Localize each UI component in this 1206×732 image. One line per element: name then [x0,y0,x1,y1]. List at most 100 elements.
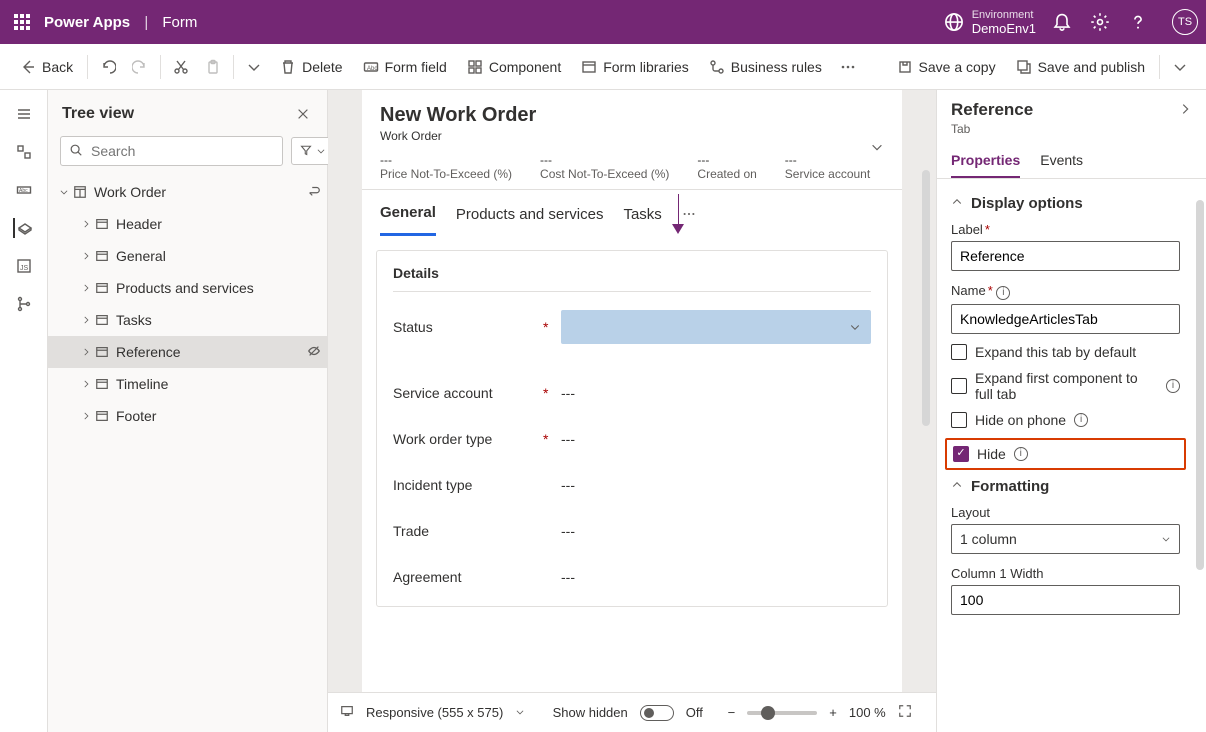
field-row-service-account[interactable]: Service account*--- [393,370,871,416]
hidden-icon[interactable] [307,344,321,361]
close-tree-icon[interactable] [293,104,313,124]
header-chevron-icon[interactable] [870,140,884,157]
field-row-work-order-type[interactable]: Work order type*--- [393,416,871,462]
breadcrumb-sep: | [144,14,148,31]
expand-icon[interactable] [78,283,94,293]
label-input[interactable] [951,241,1180,271]
collapse-icon[interactable] [951,195,963,212]
rail-flow-icon[interactable] [14,294,34,314]
notifications-icon[interactable] [1052,12,1072,32]
undo-icon [100,59,116,75]
user-avatar[interactable]: TS [1172,9,1198,35]
hide-checkbox[interactable]: Hide i [953,446,1178,462]
expand-icon[interactable] [78,379,94,389]
switch-icon[interactable] [307,184,321,201]
props-chevron-icon[interactable] [1178,102,1192,119]
props-tab-events[interactable]: Events [1040,144,1083,178]
tree-node-products-and-services[interactable]: Products and services [48,272,327,304]
expand-icon[interactable] [78,347,94,357]
form-libraries-button[interactable]: Form libraries [573,55,697,79]
component-button[interactable]: Component [459,55,569,79]
form-tab-tasks[interactable]: Tasks [623,196,661,235]
form-tab-general[interactable]: General [380,194,436,236]
redo-button[interactable] [126,55,154,79]
tree-node-general[interactable]: General [48,240,327,272]
help-icon[interactable] [1128,12,1148,32]
chevron-down-button[interactable] [240,55,268,79]
field-row-agreement[interactable]: Agreement--- [393,554,871,600]
field-row-status[interactable]: Status* [393,304,871,350]
info-icon[interactable]: i [996,286,1010,300]
delete-button[interactable]: Delete [272,55,350,79]
chevron-down-icon[interactable] [515,705,525,720]
props-tab-properties[interactable]: Properties [951,144,1020,178]
back-button[interactable]: Back [12,55,81,79]
show-hidden-toggle[interactable] [640,705,674,721]
chevron-down-icon [1172,59,1188,75]
name-input[interactable] [951,304,1180,334]
save-publish-button[interactable]: Save and publish [1008,55,1153,79]
zoom-in-button[interactable]: + [829,705,837,720]
more-icon [840,59,856,75]
info-icon[interactable]: i [1074,413,1088,427]
label-field-label: Label* [951,222,1180,237]
responsive-label[interactable]: Responsive (555 x 575) [366,705,503,720]
field-row-trade[interactable]: Trade--- [393,508,871,554]
field-row-incident-type[interactable]: Incident type--- [393,462,871,508]
layout-select[interactable]: 1 column [951,524,1180,554]
save-chevron[interactable] [1166,55,1194,79]
display-section-label: Display options [971,195,1083,212]
form-field-button[interactable]: AbcForm field [355,55,455,79]
tree-node-timeline[interactable]: Timeline [48,368,327,400]
form-tab-products-and-services[interactable]: Products and services [456,196,604,235]
zoom-slider[interactable] [747,711,817,715]
chevron-down-icon [1161,531,1171,547]
rail-field-icon[interactable]: Abc [14,180,34,200]
paste-icon [205,59,221,75]
undo-button[interactable] [94,55,122,79]
rail-tree-icon[interactable] [13,218,33,238]
name-field-label: Name* i [951,283,1180,300]
expand-icon[interactable] [78,411,94,421]
business-rules-button[interactable]: Business rules [701,55,830,79]
info-icon[interactable]: i [1014,447,1028,461]
tree-node-tasks[interactable]: Tasks [48,304,327,336]
props-scrollbar[interactable] [1196,200,1204,570]
overflow-button[interactable] [834,55,862,79]
rail-js-icon[interactable]: JS [14,256,34,276]
expand-default-checkbox[interactable]: Expand this tab by default [951,344,1180,360]
summary-item: ---Price Not-To-Exceed (%) [380,153,512,181]
tree-node-footer[interactable]: Footer [48,400,327,432]
info-icon[interactable]: i [1166,379,1180,393]
tree-node-reference[interactable]: Reference [48,336,327,368]
tree-node-work-order[interactable]: Work Order [48,176,327,208]
form-surface: New Work Order Work Order ---Price Not-T… [362,90,902,692]
expand-icon[interactable] [78,219,94,229]
rail-components-icon[interactable] [14,142,34,162]
tree-search-input[interactable] [89,142,274,160]
colwidth-input[interactable] [951,585,1180,615]
tree-search-box[interactable] [60,136,283,166]
expand-icon[interactable] [56,187,72,197]
tree-node-header[interactable]: Header [48,208,327,240]
settings-icon[interactable] [1090,12,1110,32]
app-launcher[interactable] [8,8,36,36]
collapse-icon[interactable] [951,478,963,495]
zoom-out-button[interactable]: − [728,705,736,720]
hide-phone-checkbox[interactable]: Hide on phone i [951,412,1180,428]
expand-icon[interactable] [78,251,94,261]
expand-full-checkbox[interactable]: Expand first component to full tabi [951,370,1180,402]
expand-icon[interactable] [78,315,94,325]
section-title: Details [393,265,871,292]
paste-button[interactable] [199,55,227,79]
search-icon [69,143,83,160]
status-field-input[interactable] [561,310,871,344]
environment-picker[interactable]: Environment DemoEnv1 [944,8,1036,36]
cut-button[interactable] [167,55,195,79]
canvas-scrollbar[interactable] [922,170,930,426]
save-copy-button[interactable]: Save a copy [889,55,1004,79]
fit-icon[interactable] [898,704,912,721]
rail-menu-icon[interactable] [14,104,34,124]
form-libraries-icon [581,59,597,75]
node-icon [94,216,110,232]
